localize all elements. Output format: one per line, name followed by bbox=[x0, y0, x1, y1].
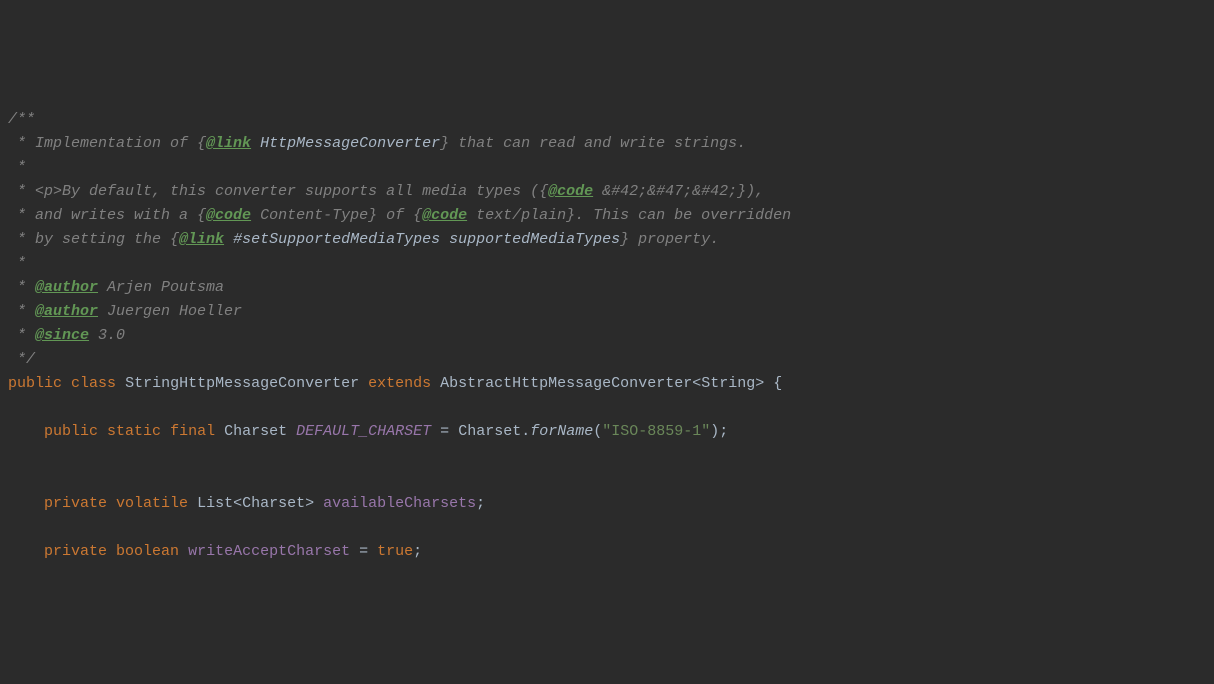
code-line: * and writes with a {@code Content-Type}… bbox=[8, 204, 1206, 228]
javadoc-tag-author: @author bbox=[35, 279, 98, 296]
space bbox=[188, 495, 197, 512]
code-line: * Implementation of {@link HttpMessageCo… bbox=[8, 132, 1206, 156]
keyword-public: public bbox=[8, 375, 62, 392]
equals: = bbox=[350, 543, 377, 560]
equals: = bbox=[431, 423, 458, 440]
comment-prefix: * bbox=[8, 279, 35, 296]
comment-prefix: * bbox=[8, 303, 35, 320]
boolean-literal: true bbox=[377, 543, 413, 560]
comment-text: Implementation of { bbox=[35, 135, 206, 152]
keyword-extends: extends bbox=[368, 375, 431, 392]
comment-text: and writes with a { bbox=[35, 207, 206, 224]
keyword-final: final bbox=[170, 423, 215, 440]
comment-prefix: * bbox=[8, 231, 35, 248]
code-line: * @author Arjen Poutsma bbox=[8, 276, 1206, 300]
comment-text: &#42;&#47;&#42;}), bbox=[593, 183, 764, 200]
comment-text: <p>By default, this converter supports a… bbox=[35, 183, 548, 200]
indent bbox=[8, 495, 44, 512]
space bbox=[314, 495, 323, 512]
code-line: /** bbox=[8, 108, 1206, 132]
javadoc-tag-link: @link bbox=[179, 231, 224, 248]
code-line: * @since 3.0 bbox=[8, 324, 1206, 348]
space bbox=[116, 375, 125, 392]
semicolon: ; bbox=[413, 543, 422, 560]
comment-prefix: * bbox=[8, 135, 35, 152]
code-line: * bbox=[8, 156, 1206, 180]
code-line: * bbox=[8, 252, 1206, 276]
author-name: Arjen Poutsma bbox=[98, 279, 224, 296]
space bbox=[359, 375, 368, 392]
code-editor[interactable]: /** * Implementation of {@link HttpMessa… bbox=[8, 108, 1206, 564]
parent-class: AbstractHttpMessageConverter<String> { bbox=[440, 375, 782, 392]
space bbox=[215, 423, 224, 440]
indent bbox=[8, 423, 44, 440]
comment-text: } property. bbox=[620, 231, 719, 248]
keyword-static: static bbox=[107, 423, 161, 440]
space bbox=[98, 423, 107, 440]
code-line: private volatile List<Charset> available… bbox=[8, 492, 1206, 516]
space bbox=[179, 543, 188, 560]
space bbox=[62, 375, 71, 392]
keyword-class: class bbox=[71, 375, 116, 392]
comment-text: * bbox=[8, 255, 26, 272]
javadoc-tag-since: @since bbox=[35, 327, 89, 344]
space bbox=[287, 423, 296, 440]
code-line-blank bbox=[8, 516, 1206, 540]
javadoc-tag-link: @link bbox=[206, 135, 251, 152]
since-version: 3.0 bbox=[89, 327, 125, 344]
comment-prefix: * bbox=[8, 183, 35, 200]
field-name: availableCharsets bbox=[323, 495, 476, 512]
field-name: writeAcceptCharset bbox=[188, 543, 350, 560]
space bbox=[107, 495, 116, 512]
space bbox=[431, 375, 440, 392]
comment-text: by setting the { bbox=[35, 231, 179, 248]
method-call: Charset. bbox=[458, 423, 530, 440]
comment-text: text/plain}. This can be overridden bbox=[467, 207, 791, 224]
code-line-blank bbox=[8, 468, 1206, 492]
comment-prefix: * bbox=[8, 207, 35, 224]
comment-prefix: * bbox=[8, 327, 35, 344]
javadoc-tag-code: @code bbox=[422, 207, 467, 224]
space bbox=[107, 543, 116, 560]
code-line-blank bbox=[8, 396, 1206, 420]
paren-close: ); bbox=[710, 423, 728, 440]
semicolon: ; bbox=[476, 495, 485, 512]
code-line: * by setting the {@link #setSupportedMed… bbox=[8, 228, 1206, 252]
method-forname: forName bbox=[530, 423, 593, 440]
code-line: private boolean writeAcceptCharset = tru… bbox=[8, 540, 1206, 564]
type-charset: Charset bbox=[224, 423, 287, 440]
author-name: Juergen Hoeller bbox=[98, 303, 242, 320]
code-line-blank bbox=[8, 444, 1206, 468]
code-line: public static final Charset DEFAULT_CHAR… bbox=[8, 420, 1206, 444]
constant-name: DEFAULT_CHARSET bbox=[296, 423, 431, 440]
keyword-private: private bbox=[44, 495, 107, 512]
code-line: * @author Juergen Hoeller bbox=[8, 300, 1206, 324]
javadoc-end: */ bbox=[8, 351, 35, 368]
keyword-public: public bbox=[44, 423, 98, 440]
javadoc-start: /** bbox=[8, 111, 35, 128]
code-line: public class StringHttpMessageConverter … bbox=[8, 372, 1206, 396]
paren-open: ( bbox=[593, 423, 602, 440]
keyword-private: private bbox=[44, 543, 107, 560]
keyword-boolean: boolean bbox=[116, 543, 179, 560]
javadoc-tag-code: @code bbox=[206, 207, 251, 224]
space bbox=[161, 423, 170, 440]
comment-text: } that can read and write strings. bbox=[440, 135, 746, 152]
string-literal: "ISO-8859-1" bbox=[602, 423, 710, 440]
code-line: * <p>By default, this converter supports… bbox=[8, 180, 1206, 204]
javadoc-tag-author: @author bbox=[35, 303, 98, 320]
javadoc-reference: #setSupportedMediaTypes supportedMediaTy… bbox=[224, 231, 620, 248]
comment-text: * bbox=[8, 159, 26, 176]
code-line: */ bbox=[8, 348, 1206, 372]
type-list: List<Charset> bbox=[197, 495, 314, 512]
keyword-volatile: volatile bbox=[116, 495, 188, 512]
javadoc-tag-code: @code bbox=[548, 183, 593, 200]
comment-text: Content-Type} of { bbox=[251, 207, 422, 224]
class-name: StringHttpMessageConverter bbox=[125, 375, 359, 392]
javadoc-reference: HttpMessageConverter bbox=[251, 135, 440, 152]
indent bbox=[8, 543, 44, 560]
